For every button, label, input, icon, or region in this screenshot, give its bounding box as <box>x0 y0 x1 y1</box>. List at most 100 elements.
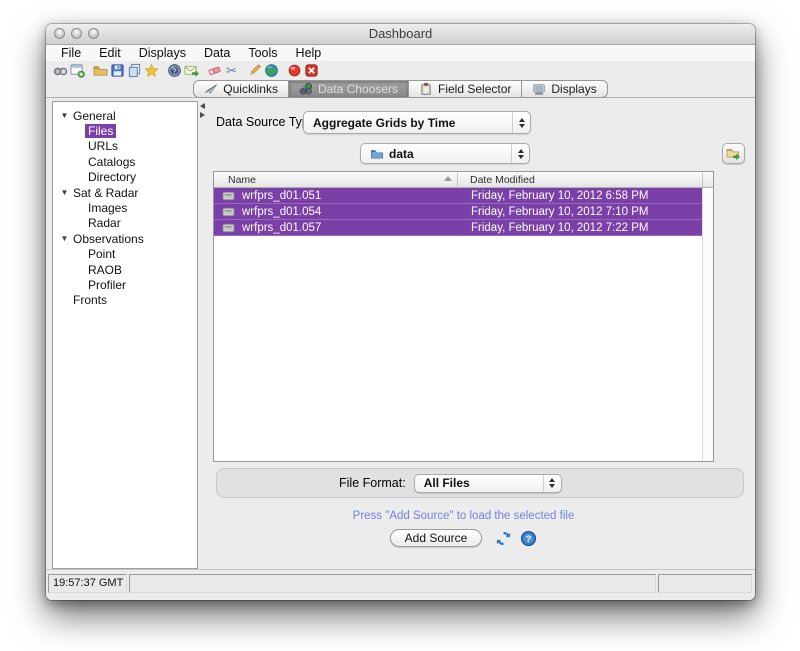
open-file-icon[interactable] <box>93 63 108 78</box>
menu-file[interactable]: File <box>52 46 90 60</box>
tab-displays[interactable]: Displays <box>521 80 607 98</box>
category-tree: ▼GeneralFilesURLsCatalogsDirectory▼Sat &… <box>52 101 198 569</box>
tree-item-label: Point <box>85 247 118 261</box>
tree-item-label: URLs <box>85 139 121 153</box>
toolbar: ?✂ <box>46 61 755 79</box>
tree-item-label: Catalogs <box>85 155 138 169</box>
edit-icon[interactable] <box>247 63 262 78</box>
binoculars-icon <box>299 82 313 96</box>
directory-dropdown[interactable]: data <box>360 143 530 164</box>
tree-item-observations[interactable]: ▼Observations <box>53 231 197 246</box>
add-source-button[interactable]: Add Source <box>390 529 483 547</box>
delete-icon[interactable] <box>304 63 319 78</box>
save-as-icon[interactable] <box>127 63 142 78</box>
data-source-type-value: Aggregate Grids by Time <box>313 116 455 130</box>
file-name-cell: wrfprs_d01.051 <box>242 190 458 202</box>
close-button[interactable] <box>54 28 65 39</box>
cut-icon[interactable]: ✂ <box>224 63 239 78</box>
tree-item-catalogs[interactable]: Catalogs <box>53 154 197 169</box>
directory-value: data <box>389 147 414 161</box>
tree-item-files[interactable]: Files <box>53 123 197 138</box>
file-row-wrfprs-d01-057[interactable]: wrfprs_d01.057Friday, February 10, 2012 … <box>214 220 703 236</box>
refresh-icon[interactable] <box>495 530 512 547</box>
open-directory-button[interactable] <box>722 143 745 164</box>
tab-label: Displays <box>551 82 596 96</box>
stepper-arrows-icon <box>512 112 530 133</box>
tab-field-selector[interactable]: Field Selector <box>408 80 522 98</box>
tree-item-label: Directory <box>85 170 139 184</box>
tree-item-label: Radar <box>85 216 124 230</box>
tree-item-label: Files <box>85 124 116 138</box>
minimize-button[interactable] <box>71 28 82 39</box>
disclosure-triangle-icon[interactable]: ▼ <box>59 234 70 243</box>
menu-displays[interactable]: Displays <box>130 46 195 60</box>
tab-data-choosers[interactable]: Data Choosers <box>288 80 409 98</box>
status-message-box <box>129 574 656 593</box>
file-format-dropdown[interactable]: All Files <box>414 474 562 493</box>
data-source-type-dropdown[interactable]: Aggregate Grids by Time <box>303 111 531 134</box>
window-controls <box>54 28 99 39</box>
tree-item-label: General <box>70 109 119 123</box>
tree-item-label: RAOB <box>85 263 125 277</box>
file-row-wrfprs-d01-054[interactable]: wrfprs_d01.054Friday, February 10, 2012 … <box>214 204 703 220</box>
disclosure-triangle-icon[interactable]: ▼ <box>59 188 70 197</box>
tab-quicklinks[interactable]: Quicklinks <box>193 80 289 98</box>
tree-item-point[interactable]: Point <box>53 247 197 262</box>
file-table: Name Date Modified wrfprs_d01.051Friday,… <box>213 171 714 462</box>
memory-indicator-box <box>658 574 752 593</box>
tab-label: Quicklinks <box>223 82 278 96</box>
tree-item-general[interactable]: ▼General <box>53 108 197 123</box>
globe-icon[interactable] <box>264 63 279 78</box>
vertical-scrollbar-track <box>702 188 713 461</box>
eraser-icon[interactable] <box>207 63 222 78</box>
tree-item-urls[interactable]: URLs <box>53 139 197 154</box>
favorites-icon[interactable] <box>144 63 159 78</box>
tree-item-directory[interactable]: Directory <box>53 170 197 185</box>
clock-display: 19:57:37 GMT <box>48 574 127 593</box>
menu-edit[interactable]: Edit <box>90 46 130 60</box>
disclosure-triangle-icon[interactable]: ▼ <box>59 111 70 120</box>
stepper-arrows-icon <box>543 475 561 492</box>
divider-collapse-right-icon[interactable] <box>200 112 205 118</box>
tree-item-raob[interactable]: RAOB <box>53 262 197 277</box>
tree-item-fronts[interactable]: Fronts <box>53 293 197 308</box>
info-icon[interactable]: ? <box>167 63 182 78</box>
monitor-icon <box>532 82 546 96</box>
new-window-icon[interactable] <box>70 63 85 78</box>
record-icon[interactable] <box>287 63 302 78</box>
support-icon[interactable] <box>184 63 199 78</box>
action-row: Add Source ? <box>213 529 714 547</box>
window-title: Dashboard <box>46 24 755 44</box>
data-chooser-icon[interactable] <box>53 63 68 78</box>
tree-item-images[interactable]: Images <box>53 200 197 215</box>
split-divider[interactable] <box>199 103 206 118</box>
divider-collapse-left-icon[interactable] <box>200 103 205 109</box>
content-area: ▼GeneralFilesURLsCatalogsDirectory▼Sat &… <box>46 97 755 571</box>
stepper-arrows-icon <box>511 144 529 163</box>
tree-item-label: Fronts <box>70 293 110 307</box>
tree-item-profiler[interactable]: Profiler <box>53 277 197 292</box>
menu-tools[interactable]: Tools <box>239 46 286 60</box>
dashboard-window: Dashboard FileEditDisplaysDataToolsHelp … <box>46 24 755 600</box>
help-icon[interactable]: ? <box>520 530 537 547</box>
file-name-cell: wrfprs_d01.054 <box>242 206 458 218</box>
column-header-date-modified[interactable]: Date Modified <box>458 172 703 187</box>
file-date-cell: Friday, February 10, 2012 7:10 PM <box>458 206 703 218</box>
tree-item-sat-radar[interactable]: ▼Sat & Radar <box>53 185 197 200</box>
title-bar[interactable]: Dashboard <box>46 24 755 45</box>
svg-text:?: ? <box>526 534 532 545</box>
tab-label: Field Selector <box>438 82 511 96</box>
column-header-name[interactable]: Name <box>214 172 458 187</box>
sort-ascending-icon <box>444 176 452 181</box>
tree-item-label: Images <box>85 201 130 215</box>
status-bar: 19:57:37 GMT <box>46 569 755 600</box>
file-icon <box>222 223 235 233</box>
menu-help[interactable]: Help <box>287 46 331 60</box>
menu-data[interactable]: Data <box>195 46 239 60</box>
status-hint: Press "Add Source" to load the selected … <box>213 510 714 522</box>
tree-item-radar[interactable]: Radar <box>53 216 197 231</box>
zoom-button[interactable] <box>88 28 99 39</box>
file-row-wrfprs-d01-051[interactable]: wrfprs_d01.051Friday, February 10, 2012 … <box>214 188 703 204</box>
column-name-label: Name <box>228 174 256 186</box>
save-icon[interactable] <box>110 63 125 78</box>
